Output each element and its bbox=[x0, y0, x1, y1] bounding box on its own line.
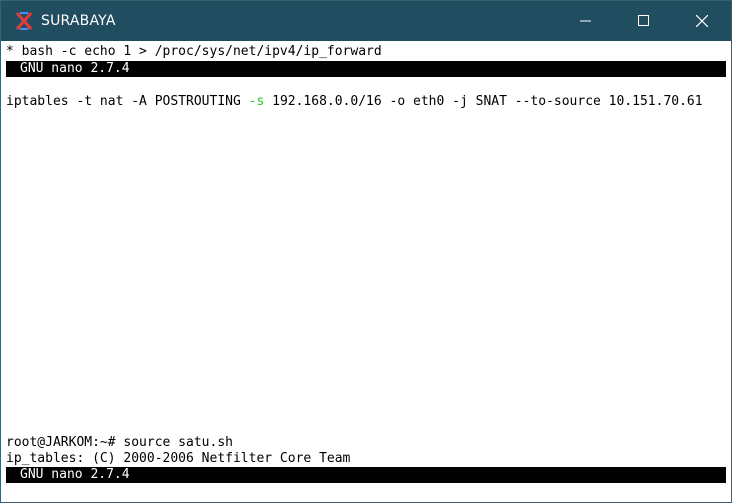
terminal-window: SURABAYA * bash -c echo 1 > /proc/sys/ne… bbox=[0, 0, 732, 503]
shell-prompt-line: root@JARKOM:~# source satu.sh bbox=[6, 435, 233, 450]
command-text-end: 192.168.0.0/16 -o eth0 -j SNAT --to-sour… bbox=[264, 94, 703, 109]
app-logo-icon bbox=[13, 10, 35, 32]
command-text-start: iptables -t nat -A POSTROUTING bbox=[6, 94, 249, 109]
minimize-button[interactable] bbox=[557, 1, 615, 41]
close-icon bbox=[695, 12, 709, 31]
maximize-icon bbox=[638, 12, 650, 31]
window-controls bbox=[557, 1, 731, 41]
nano-version-label: GNU nano 2.7.4 bbox=[20, 61, 130, 76]
shell-output-line: ip_tables: (C) 2000-2006 Netfilter Core … bbox=[6, 451, 351, 466]
window-title: SURABAYA bbox=[41, 13, 116, 29]
nano-title-bar: GNU nano 2.7.4 bbox=[6, 61, 726, 77]
close-button[interactable] bbox=[673, 1, 731, 41]
nano-version-label-bottom: GNU nano 2.7.4 bbox=[20, 467, 130, 482]
iptables-command-line: iptables -t nat -A POSTROUTING -s 192.16… bbox=[6, 94, 703, 110]
nano-file-line: * bash -c echo 1 > /proc/sys/net/ipv4/ip… bbox=[6, 44, 382, 59]
maximize-button[interactable] bbox=[615, 1, 673, 41]
minimize-icon bbox=[580, 12, 592, 31]
nano-bottom-bar: GNU nano 2.7.4 bbox=[6, 467, 726, 483]
terminal-screen[interactable]: * bash -c echo 1 > /proc/sys/net/ipv4/ip… bbox=[2, 41, 730, 502]
command-flag-source: -s bbox=[248, 94, 265, 109]
title-bar[interactable]: SURABAYA bbox=[1, 1, 731, 41]
